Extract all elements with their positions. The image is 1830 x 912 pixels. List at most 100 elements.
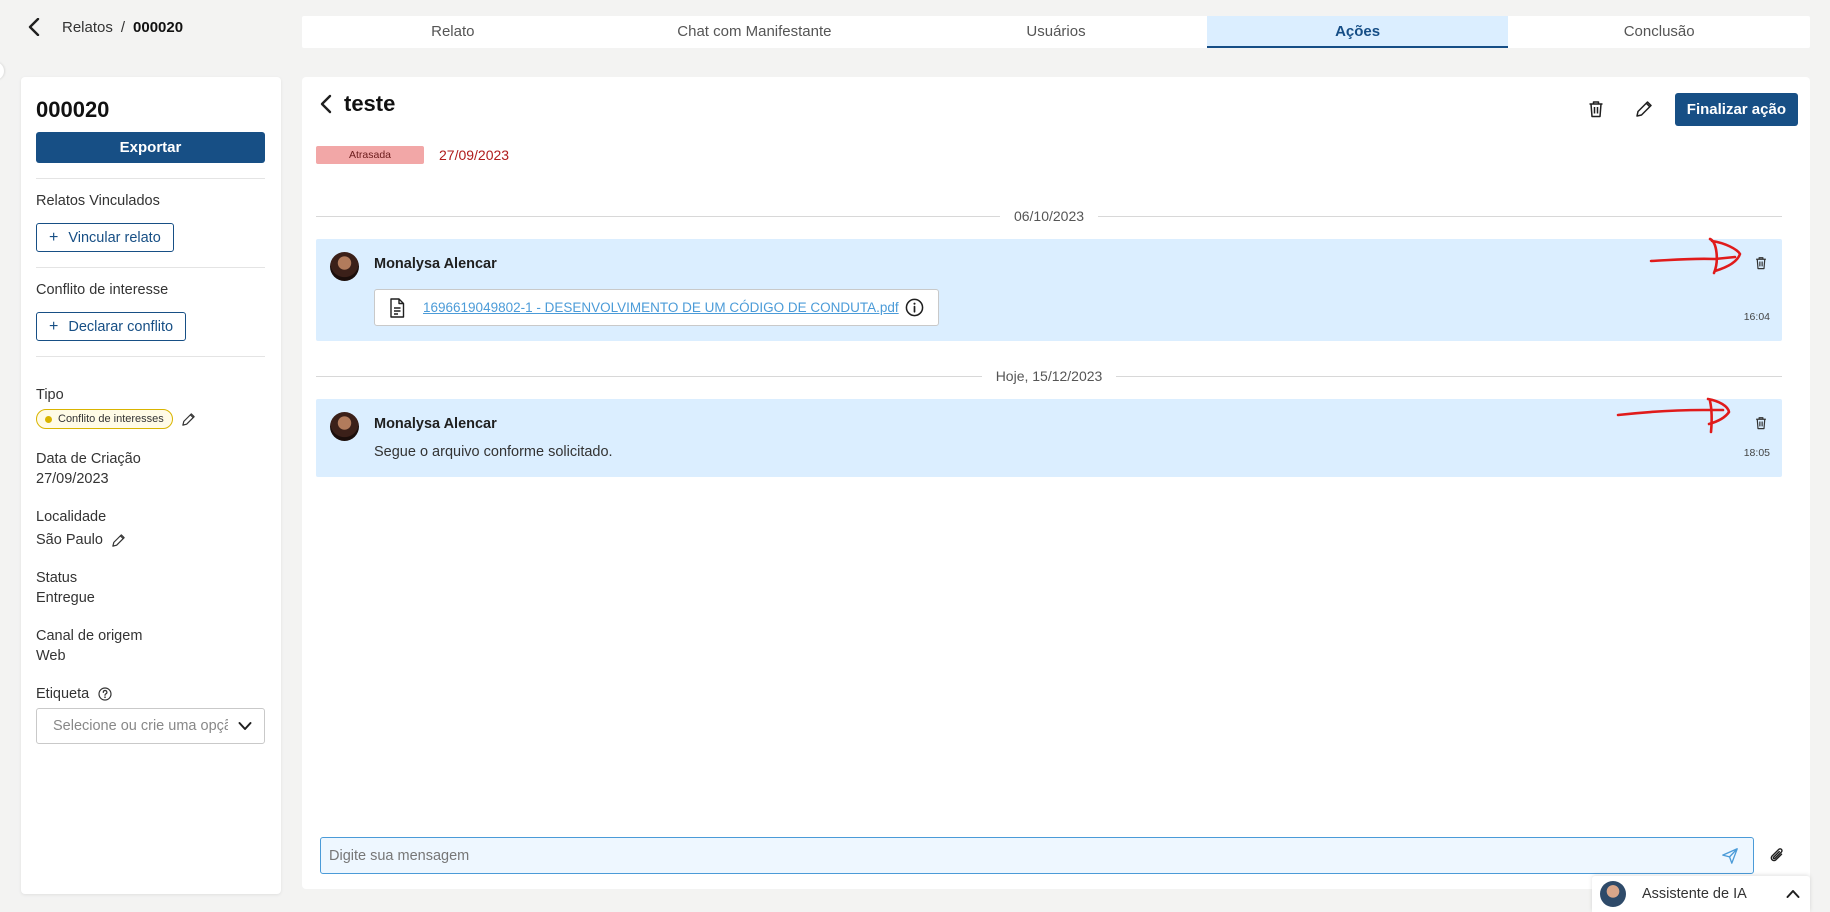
delete-message-button[interactable]: [1750, 412, 1772, 434]
declare-conflict-label: Declarar conflito: [68, 318, 174, 335]
document-icon: [390, 297, 405, 318]
chevron-left-icon: [28, 18, 40, 36]
tag-select-placeholder: Selecione ou crie uma opção: [53, 718, 228, 734]
date-separator: Hoje, 15/12/2023: [316, 368, 1783, 384]
avatar: [330, 252, 359, 281]
assistant-expand-button[interactable]: [1786, 889, 1800, 899]
paperclip-icon: [1770, 848, 1783, 862]
finalize-action-button[interactable]: Finalizar ação: [1674, 92, 1798, 126]
chevron-left-icon: [320, 94, 332, 114]
breadcrumb-separator: /: [120, 18, 126, 36]
trash-icon: [1589, 101, 1603, 118]
breadcrumb: Relatos / 000020: [0, 0, 300, 54]
export-button[interactable]: Exportar: [36, 132, 265, 163]
help-icon[interactable]: [98, 687, 112, 701]
ai-assistant-widget[interactable]: Assistente de IA: [1592, 876, 1810, 912]
tag-label: Etiqueta: [36, 686, 90, 702]
message-author: Monalysa Alencar: [374, 416, 497, 432]
status-value: Entregue: [36, 590, 95, 606]
back-button[interactable]: [24, 17, 44, 37]
type-value: Conflito de interesses: [58, 413, 164, 425]
assistant-avatar: [1600, 881, 1626, 907]
divider: [36, 267, 265, 268]
action-back-button[interactable]: [316, 94, 336, 114]
tab-bar: Relato Chat com Manifestante Usuários Aç…: [302, 16, 1810, 48]
trash-icon: [1756, 257, 1766, 270]
type-field: Tipo Conflito de interesses: [36, 387, 266, 429]
status-field: Status Entregue: [36, 570, 266, 606]
message-text: Segue o arquivo conforme solicitado.: [374, 444, 613, 460]
message-composer: [320, 837, 1754, 874]
created-value: 27/09/2023: [36, 471, 109, 487]
late-status-badge: Atrasada: [316, 146, 424, 164]
delete-message-button[interactable]: [1750, 252, 1772, 274]
created-label: Data de Criação: [36, 451, 141, 467]
separator-line: [1116, 375, 1783, 377]
tab-usuarios[interactable]: Usuários: [905, 16, 1207, 48]
attach-file-button[interactable]: [1768, 846, 1786, 866]
message-item: Monalysa Alencar Segue o arquivo conform…: [316, 399, 1782, 477]
message-time: 16:04: [1743, 311, 1770, 323]
declare-conflict-button[interactable]: + Declarar conflito: [36, 312, 187, 341]
edit-type-button[interactable]: [181, 412, 196, 427]
chevron-down-icon: [238, 722, 252, 730]
attachment-link[interactable]: 1696619049802-1 - DESENVOLVIMENTO DE UM …: [423, 300, 899, 315]
locality-field: Localidade São Paulo: [36, 509, 266, 548]
action-header: teste: [316, 91, 395, 117]
edit-locality-button[interactable]: [111, 533, 126, 548]
conflict-label: Conflito de interesse: [36, 282, 169, 298]
message-author: Monalysa Alencar: [374, 256, 497, 272]
breadcrumb-current: 000020: [133, 18, 184, 36]
pencil-icon: [112, 533, 125, 547]
tab-relato[interactable]: Relato: [302, 16, 604, 48]
attachment-info-button[interactable]: [905, 298, 924, 317]
locality-value: São Paulo: [36, 532, 103, 548]
action-status-row: Atrasada 27/09/2023: [316, 146, 509, 164]
date-separator-label: 06/10/2023: [1013, 208, 1085, 224]
plus-icon: +: [49, 228, 59, 246]
divider: [36, 356, 265, 357]
locality-label: Localidade: [36, 509, 107, 525]
separator-line: [316, 375, 982, 377]
tag-label-row: Etiqueta: [36, 686, 266, 702]
message-input[interactable]: [329, 847, 1721, 864]
channel-value: Web: [36, 648, 66, 664]
date-separator: 06/10/2023: [316, 208, 1783, 224]
tab-conclusao[interactable]: Conclusão: [1508, 16, 1810, 48]
delete-action-button[interactable]: [1579, 92, 1613, 126]
pencil-icon: [182, 412, 195, 426]
send-button[interactable]: [1721, 847, 1739, 865]
created-field: Data de Criação 27/09/2023: [36, 451, 266, 487]
date-separator-label: Hoje, 15/12/2023: [995, 368, 1103, 384]
chip-dot: [45, 415, 52, 423]
pencil-icon: [1636, 101, 1652, 117]
linked-reports-label: Relatos Vinculados: [36, 193, 160, 209]
action-detail-panel: teste Finalizar ação Atrasada 27/09/2023…: [302, 77, 1810, 889]
breadcrumb-parent-link[interactable]: Relatos: [62, 19, 113, 36]
action-toolbar: Finalizar ação: [1579, 92, 1798, 126]
edit-action-button[interactable]: [1627, 92, 1661, 126]
chevron-up-icon: [1786, 890, 1800, 898]
message-item: Monalysa Alencar 1696619049802-1 - DESEN…: [316, 239, 1782, 341]
divider: [36, 178, 265, 179]
tag-field: Etiqueta Selecione ou crie uma opção: [36, 686, 266, 744]
type-label: Tipo: [36, 387, 64, 403]
avatar: [330, 412, 359, 441]
case-details-panel: 000020 Exportar Relatos Vinculados + Vin…: [21, 77, 281, 894]
case-id: 000020: [36, 97, 110, 122]
tag-select[interactable]: Selecione ou crie uma opção: [36, 708, 265, 744]
type-chip: Conflito de interesses: [36, 409, 173, 429]
plus-icon: +: [49, 317, 59, 335]
channel-label: Canal de origem: [36, 628, 143, 644]
send-icon: [1722, 847, 1738, 864]
tab-acoes[interactable]: Ações: [1206, 16, 1509, 48]
trash-icon: [1756, 417, 1766, 430]
due-date: 27/09/2023: [439, 147, 510, 163]
tab-chat-manifestante[interactable]: Chat com Manifestante: [604, 16, 906, 48]
collapsed-drawer-handle[interactable]: [0, 62, 4, 80]
status-label: Status: [36, 570, 78, 586]
channel-field: Canal de origem Web: [36, 628, 266, 664]
link-report-button[interactable]: + Vincular relato: [36, 223, 174, 252]
action-title: teste: [344, 91, 396, 116]
link-report-label: Vincular relato: [68, 229, 161, 246]
